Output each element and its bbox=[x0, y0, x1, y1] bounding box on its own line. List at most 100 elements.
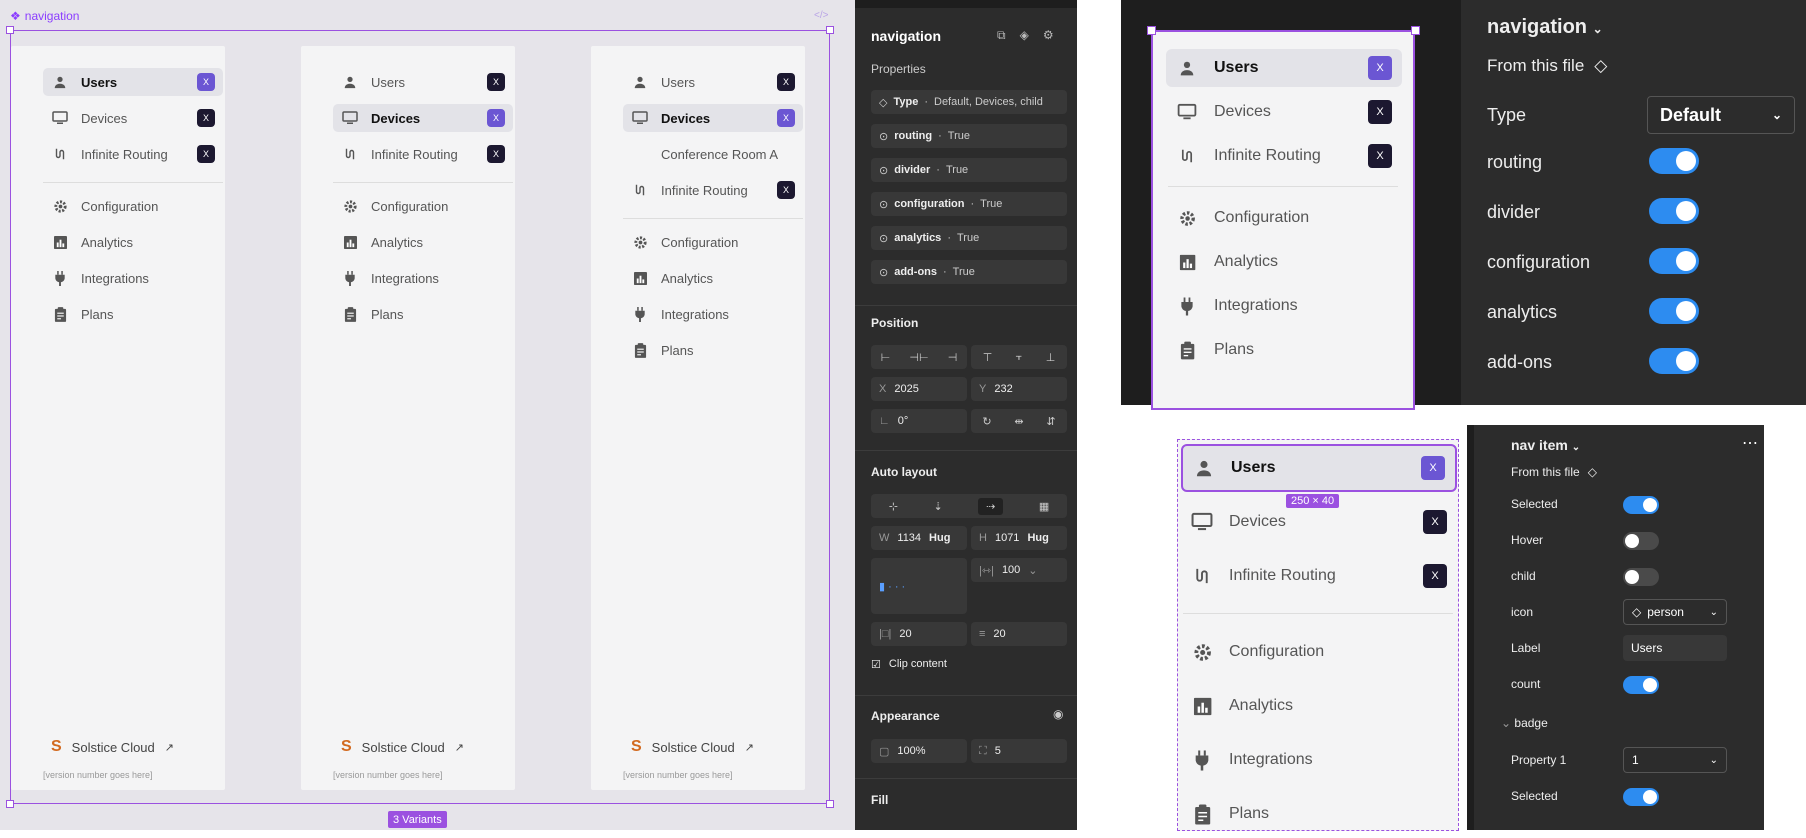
align-center-icon[interactable]: ⊣⊢ bbox=[909, 351, 928, 364]
nav-item[interactable]: Integrations bbox=[623, 300, 803, 328]
nav-item[interactable]: Users X bbox=[623, 68, 803, 96]
nav-item[interactable]: Plans bbox=[333, 300, 513, 328]
external-link-icon[interactable]: ↗ bbox=[455, 741, 464, 754]
checkbox-icon[interactable]: ☑ bbox=[871, 658, 881, 671]
chevron-down-icon[interactable]: ⌄ bbox=[1572, 442, 1580, 453]
nav-item[interactable]: Analytics bbox=[623, 264, 803, 292]
align-right-icon[interactable]: ⊣ bbox=[948, 351, 958, 364]
chevron-down-icon[interactable]: ⌄ bbox=[1710, 607, 1718, 618]
property-row[interactable]: ⊙ add-ons · True bbox=[871, 260, 1067, 284]
nav-item[interactable]: Configuration bbox=[333, 192, 513, 220]
badge-section-toggle[interactable]: ⌄ badge bbox=[1501, 716, 1548, 730]
nav-item[interactable]: Infinite Routing X bbox=[1181, 552, 1457, 600]
toggle-switch[interactable] bbox=[1623, 788, 1659, 806]
nav-item[interactable]: Users X bbox=[43, 68, 223, 96]
toggle-switch[interactable] bbox=[1649, 148, 1699, 174]
align-horizontal-group[interactable]: ⊢ ⊣⊢ ⊣ bbox=[871, 345, 967, 369]
code-icon[interactable]: </> bbox=[814, 10, 828, 21]
resize-handle[interactable] bbox=[6, 26, 14, 34]
nav-item[interactable]: Conference Room A bbox=[623, 140, 803, 168]
nav-item[interactable]: Configuration bbox=[623, 228, 803, 256]
flip-h-icon[interactable]: ⇹ bbox=[1014, 415, 1023, 428]
nav-item[interactable]: Plans bbox=[1181, 790, 1457, 838]
type-select[interactable]: Default ⌄ bbox=[1647, 96, 1795, 134]
nav-item[interactable]: Analytics bbox=[1181, 682, 1457, 730]
padding-vertical-field[interactable]: ≡ 20 bbox=[971, 622, 1067, 646]
nav-item[interactable]: Analytics bbox=[1166, 243, 1402, 281]
property-row[interactable]: ⊙ divider · True bbox=[871, 158, 1067, 182]
toggle-switch[interactable] bbox=[1649, 198, 1699, 224]
resize-handle[interactable] bbox=[826, 800, 834, 808]
property-row[interactable]: ⊙ routing · True bbox=[871, 124, 1067, 148]
property-row[interactable]: ⊙ configuration · True bbox=[871, 192, 1067, 216]
nav-item[interactable]: Integrations bbox=[1166, 287, 1402, 325]
nav-item[interactable]: Users X bbox=[333, 68, 513, 96]
width-field[interactable]: W 1134 Hug bbox=[871, 526, 967, 550]
layout-horizontal-icon[interactable]: ⇢ bbox=[978, 497, 1004, 515]
footer-brand[interactable]: S Solstice Cloud ↗ bbox=[631, 738, 754, 756]
chevron-down-icon[interactable]: ⌄ bbox=[1593, 22, 1603, 36]
height-field[interactable]: H 1071 Hug bbox=[971, 526, 1067, 550]
design-canvas[interactable]: ❖ navigation </> Users X Devices X Infinite … bbox=[0, 0, 855, 830]
alignment-grid[interactable]: ▮ · · · bbox=[871, 558, 967, 614]
layout-direction-group[interactable]: ⊹ ⇣ ⇢ ▦ bbox=[871, 494, 1067, 518]
resize-handle[interactable] bbox=[826, 26, 834, 34]
frame-label[interactable]: ❖ navigation bbox=[10, 9, 79, 23]
more-options-icon[interactable]: ⋯ bbox=[1742, 433, 1758, 453]
resize-handle[interactable] bbox=[1147, 26, 1156, 35]
component-icon[interactable]: ◈ bbox=[1020, 28, 1029, 43]
flip-v-icon[interactable]: ⇵ bbox=[1046, 415, 1055, 428]
toggle-switch[interactable] bbox=[1649, 348, 1699, 374]
y-field[interactable]: Y 232 bbox=[971, 377, 1067, 401]
gap-field[interactable]: |⇿| 100 ⌄ bbox=[971, 558, 1067, 582]
eye-icon[interactable]: ◉ bbox=[1053, 707, 1063, 721]
adjust-icon[interactable]: ⚙ bbox=[1043, 28, 1054, 43]
nav-item[interactable]: Integrations bbox=[43, 264, 223, 292]
padding-horizontal-field[interactable]: |□| 20 bbox=[871, 622, 967, 646]
nav-item[interactable]: Configuration bbox=[1181, 628, 1457, 676]
layout-vertical-icon[interactable]: ⇣ bbox=[933, 500, 942, 513]
nav-item[interactable]: Plans bbox=[623, 336, 803, 364]
nav-item[interactable]: Infinite Routing X bbox=[333, 140, 513, 168]
resize-handle[interactable] bbox=[6, 800, 14, 808]
nav-item[interactable]: Plans bbox=[43, 300, 223, 328]
toggle-switch[interactable] bbox=[1623, 496, 1659, 514]
align-middle-icon[interactable]: ⫟ bbox=[1016, 351, 1023, 364]
nav-item[interactable]: Analytics bbox=[43, 228, 223, 256]
nav-item-title[interactable]: nav item ⌄ bbox=[1511, 437, 1580, 453]
resize-handle[interactable] bbox=[1411, 26, 1420, 35]
external-link-icon[interactable]: ↗ bbox=[745, 741, 754, 754]
radius-field[interactable]: ⛶ 5 bbox=[971, 739, 1067, 763]
align-vertical-group[interactable]: ⊤ ⫟ ⊥ bbox=[971, 345, 1067, 369]
property-row[interactable]: ◇ Type · Default, Devices, child bbox=[871, 90, 1067, 114]
nav-item[interactable]: Plans bbox=[1166, 331, 1402, 369]
zoom-panel-title[interactable]: navigation ⌄ bbox=[1487, 16, 1603, 39]
nav-item[interactable]: Infinite Routing X bbox=[1166, 137, 1402, 175]
property-select[interactable]: 1 ⌄ bbox=[1623, 747, 1727, 773]
align-left-icon[interactable]: ⊢ bbox=[881, 351, 891, 364]
footer-brand[interactable]: S Solstice Cloud ↗ bbox=[341, 738, 464, 756]
rotate-icon[interactable]: ↻ bbox=[982, 415, 991, 428]
external-link-icon[interactable]: ↗ bbox=[165, 741, 174, 754]
nav-item[interactable]: Infinite Routing X bbox=[623, 176, 803, 204]
detach-icon[interactable]: ⧉ bbox=[997, 28, 1006, 43]
layout-grid-icon[interactable]: ▦ bbox=[1039, 500, 1049, 513]
clip-content-row[interactable]: ☑ Clip content bbox=[871, 658, 947, 671]
x-field[interactable]: X 2025 bbox=[871, 377, 967, 401]
nav-item[interactable]: Configuration bbox=[1166, 199, 1402, 237]
w-mode[interactable]: Hug bbox=[929, 532, 950, 544]
layout-wrap-icon[interactable]: ⊹ bbox=[889, 500, 898, 513]
toggle-switch[interactable] bbox=[1649, 248, 1699, 274]
nav-item[interactable]: Devices X bbox=[623, 104, 803, 132]
chevron-down-icon[interactable]: ⌄ bbox=[1710, 755, 1718, 766]
nav-item[interactable]: Configuration bbox=[43, 192, 223, 220]
nav-item[interactable]: Infinite Routing X bbox=[43, 140, 223, 168]
chevron-down-icon[interactable]: ⌄ bbox=[1501, 716, 1511, 730]
chevron-down-icon[interactable]: ⌄ bbox=[1772, 108, 1782, 122]
chevron-down-icon[interactable]: ⌄ bbox=[1028, 564, 1037, 577]
nav-item[interactable]: Integrations bbox=[1181, 736, 1457, 784]
align-top-icon[interactable]: ⊤ bbox=[983, 351, 993, 364]
property-text-field[interactable]: Users bbox=[1623, 635, 1727, 661]
nav-item[interactable]: Integrations bbox=[333, 264, 513, 292]
toggle-switch[interactable] bbox=[1649, 298, 1699, 324]
